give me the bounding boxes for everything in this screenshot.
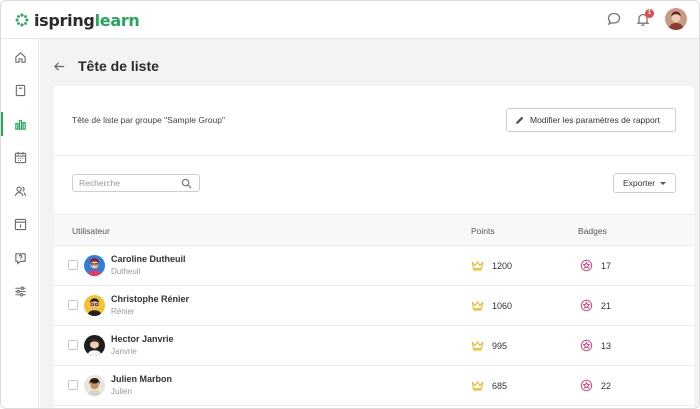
user-name[interactable]: Christophe Rénier — [111, 294, 189, 304]
column-header-user[interactable]: Utilisateur — [72, 226, 110, 236]
user-name[interactable]: Caroline Dutheuil — [111, 254, 186, 264]
crown-icon — [471, 300, 484, 311]
divider — [54, 155, 694, 156]
sidebar-item-calendar[interactable] — [1, 143, 39, 171]
leaderboard-card: Tête de liste par groupe "Sample Group" … — [54, 86, 694, 408]
table-row[interactable]: Christophe Rénier Rénier 1060 21 — [54, 286, 694, 326]
avatar-image — [84, 375, 105, 396]
column-header-badges[interactable]: Badges — [578, 226, 607, 236]
column-header-points[interactable]: Points — [471, 226, 495, 236]
table-row[interactable]: Hector Janvrie Janvrie 995 13 — [54, 326, 694, 366]
help-icon — [14, 252, 26, 265]
top-bar: ispringlearn 1 — [1, 1, 699, 39]
crown-icon — [471, 380, 484, 391]
page-title: Tête de liste — [78, 58, 159, 74]
settings-sliders-icon — [14, 285, 26, 297]
badges-value: 13 — [601, 341, 612, 351]
chevron-down-icon — [660, 181, 667, 185]
user-name[interactable]: Julien Marbon — [111, 374, 172, 384]
user-login: Rénier — [111, 307, 135, 316]
badge-medal-icon — [580, 339, 593, 352]
back-arrow-icon[interactable] — [53, 60, 66, 73]
row-checkbox[interactable] — [68, 340, 78, 350]
app-window: ispringlearn 1 Tête de liste Tête de lis… — [0, 0, 700, 409]
table-row[interactable]: Julien Marbon Julien 685 22 — [54, 366, 694, 406]
search-icon[interactable] — [181, 178, 192, 189]
notification-badge: 1 — [645, 9, 654, 18]
badges-value: 17 — [601, 261, 612, 271]
user-login: Dutheuil — [111, 267, 141, 276]
user-name[interactable]: Hector Janvrie — [111, 334, 174, 344]
crown-icon — [471, 260, 484, 271]
avatar — [84, 375, 105, 396]
avatar-image — [84, 295, 105, 316]
avatar-image — [665, 8, 687, 30]
points-value: 1060 — [492, 301, 513, 311]
main-content: Tête de liste Tête de liste par groupe "… — [40, 39, 699, 408]
sidebar-item-settings[interactable] — [1, 277, 39, 305]
sidebar-item-home[interactable] — [1, 43, 39, 71]
sidebar-item-reports[interactable] — [1, 110, 39, 138]
table-row[interactable]: Caroline Dutheuil Dutheuil 1200 17 — [54, 246, 694, 286]
badges-value: 22 — [601, 381, 612, 391]
badge-medal-icon — [580, 299, 593, 312]
points-value: 685 — [492, 381, 508, 391]
logo-text-learn: learn — [94, 10, 140, 30]
points-value: 1200 — [492, 261, 513, 271]
book-icon — [15, 84, 25, 96]
export-dropdown[interactable]: Exporter — [613, 173, 676, 193]
table-header: Utilisateur Points Badges — [54, 214, 694, 246]
sidebar-item-info[interactable] — [1, 210, 39, 238]
avatar-image — [84, 335, 105, 356]
avatar — [84, 335, 105, 356]
users-icon — [14, 185, 26, 196]
logo-text-ispring: ispring — [34, 10, 95, 30]
user-avatar[interactable] — [665, 8, 687, 30]
sidebar-item-courses[interactable] — [1, 76, 39, 104]
row-checkbox[interactable] — [68, 260, 78, 270]
user-login: Julien — [111, 387, 132, 396]
pencil-icon — [516, 116, 524, 124]
logo-text: ispringlearn — [34, 11, 140, 30]
sidebar-item-users[interactable] — [1, 177, 39, 205]
avatar-image — [84, 255, 105, 276]
badge-medal-icon — [580, 259, 593, 272]
badges-value: 21 — [601, 301, 612, 311]
home-icon — [14, 51, 26, 63]
row-checkbox[interactable] — [68, 380, 78, 390]
chat-icon[interactable] — [606, 11, 622, 27]
report-subtitle: Tête de liste par groupe "Sample Group" — [72, 115, 225, 125]
crown-icon — [471, 340, 484, 351]
sidebar — [1, 39, 39, 408]
avatar — [84, 255, 105, 276]
logo-icon — [15, 13, 29, 27]
info-icon — [14, 218, 26, 230]
user-login: Janvrie — [111, 347, 137, 356]
reports-icon — [14, 119, 26, 130]
points-value: 995 — [492, 341, 508, 351]
logo[interactable]: ispringlearn — [15, 10, 140, 30]
avatar — [84, 295, 105, 316]
export-label: Exporter — [622, 178, 656, 188]
badge-medal-icon — [580, 379, 593, 392]
row-checkbox[interactable] — [68, 300, 78, 310]
sidebar-item-help[interactable] — [1, 244, 39, 272]
calendar-icon — [14, 151, 26, 163]
modify-report-settings-button[interactable]: Modifier les paramètres de rapport — [506, 108, 676, 132]
modify-report-settings-label: Modifier les paramètres de rapport — [530, 115, 660, 125]
